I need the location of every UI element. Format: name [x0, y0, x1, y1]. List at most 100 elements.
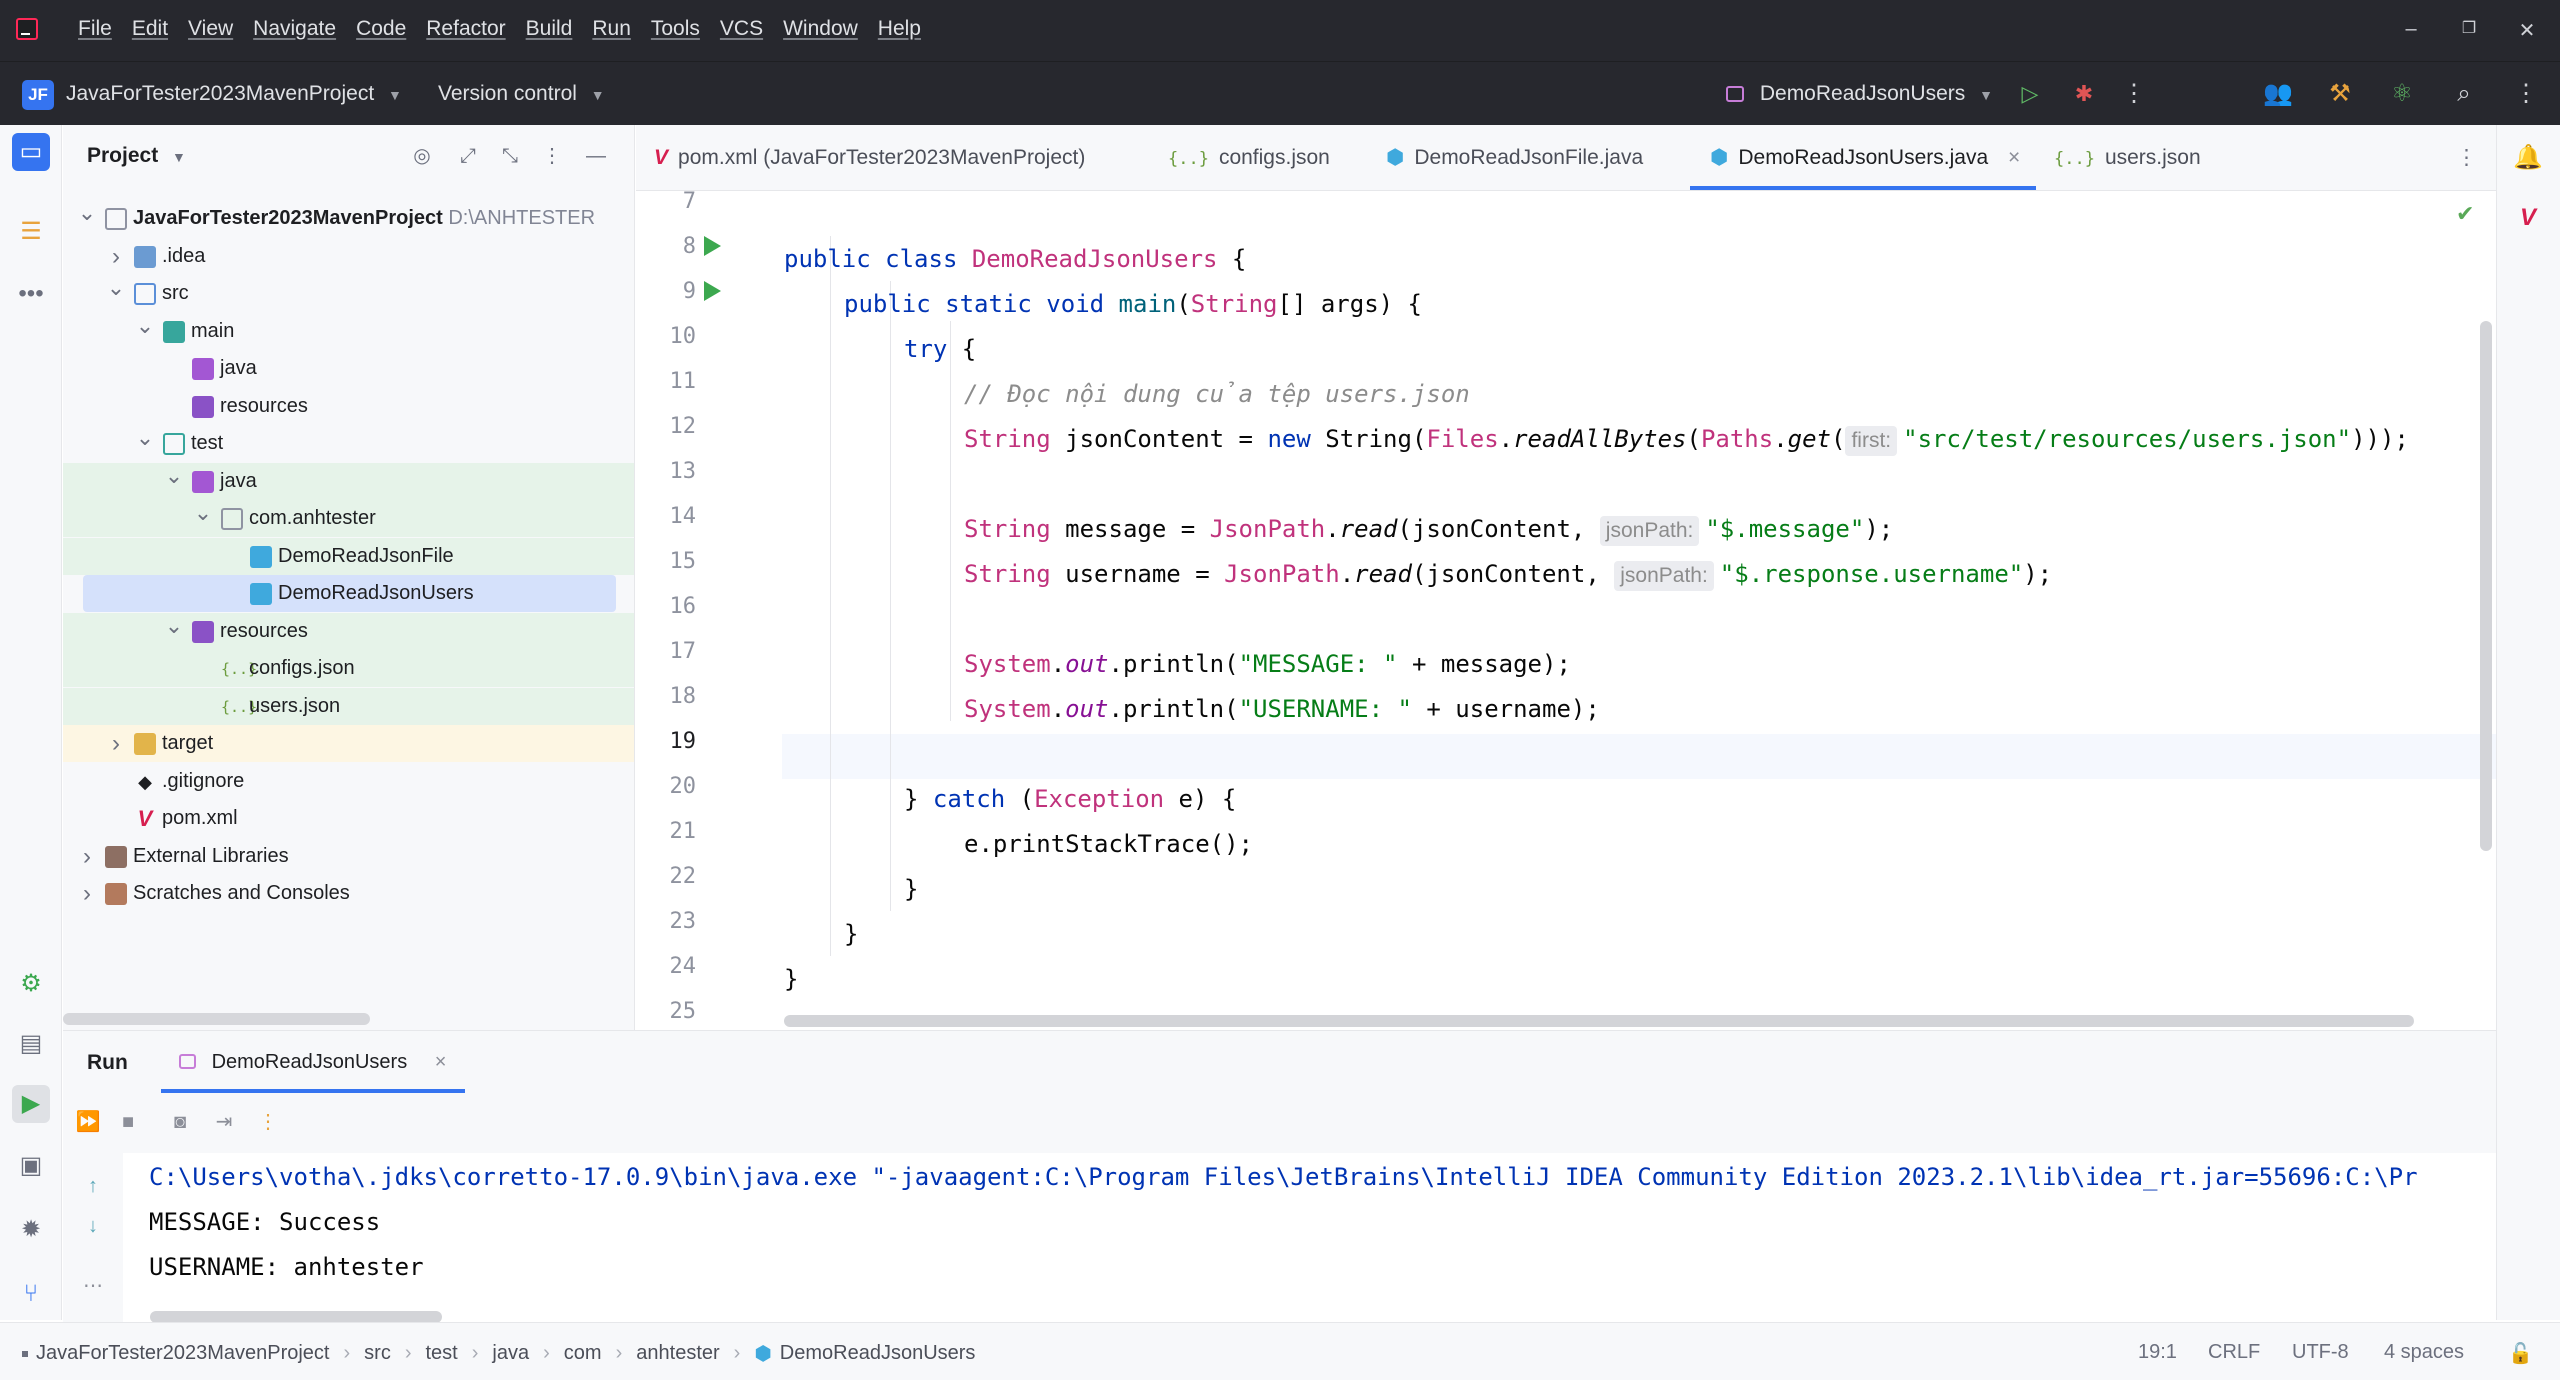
tree-item[interactable]: › Scratches and Consoles — [63, 875, 634, 912]
arrow-up-icon[interactable]: ↑ — [78, 1171, 108, 1201]
tree-item[interactable]: › External Libraries — [63, 838, 634, 875]
terminal-icon[interactable]: ▣ — [12, 1147, 50, 1185]
indent-setting[interactable]: 4 spaces — [2384, 1341, 2464, 1364]
locate-icon[interactable]: ◎ — [407, 141, 437, 171]
menu-navigate[interactable]: Navigate — [253, 17, 336, 41]
lock-icon[interactable]: 🔓 — [2508, 1341, 2533, 1366]
menu-vcs[interactable]: VCS — [720, 17, 763, 41]
stop-icon[interactable]: ■ — [113, 1107, 143, 1137]
project-horizontal-scrollbar[interactable] — [63, 1013, 370, 1025]
breadcrumb-test[interactable]: test — [426, 1342, 458, 1365]
tree-item[interactable]: {..} users.json — [63, 687, 634, 725]
atom-icon[interactable]: ⚛ — [2384, 76, 2420, 112]
menu-file[interactable]: File — [78, 17, 112, 41]
menu-run[interactable]: Run — [592, 17, 631, 41]
menu-edit[interactable]: Edit — [132, 17, 168, 41]
line-ending[interactable]: CRLF — [2208, 1341, 2260, 1364]
problems-icon[interactable]: ✹ — [12, 1211, 50, 1249]
run-gutter-icon[interactable] — [704, 281, 721, 301]
chevron-right-icon[interactable]: › — [77, 875, 97, 912]
structure-tool-icon[interactable]: ☰ — [12, 213, 50, 251]
more-tools-icon[interactable]: ••• — [12, 275, 50, 313]
more-horizontal-icon[interactable]: ⋯ — [78, 1271, 108, 1301]
more-vertical-icon[interactable]: ⋮ — [537, 141, 567, 171]
exit-icon[interactable]: ⇥ — [209, 1107, 239, 1137]
run-config-selector[interactable]: DemoReadJsonUsers ▼ — [1726, 82, 1993, 106]
close-tab-icon[interactable]: × — [2008, 146, 2020, 169]
tree-item[interactable]: ⌄ test — [63, 425, 634, 462]
run-gutter-icon[interactable] — [704, 236, 721, 256]
project-badge[interactable]: JF — [22, 80, 54, 110]
collapse-all-icon[interactable]: ⤡ — [495, 141, 525, 171]
breadcrumb-java[interactable]: java — [492, 1342, 529, 1365]
tree-item[interactable]: ⌄ main — [63, 313, 634, 350]
expand-all-icon[interactable]: ⤢ — [453, 141, 483, 171]
tab-configs-json[interactable]: {..} configs.json — [1168, 125, 1330, 191]
no-problems-check-icon[interactable]: ✔ — [2456, 201, 2474, 227]
hammer-icon[interactable]: ⚒ — [2322, 76, 2358, 112]
chevron-right-icon[interactable]: › — [106, 725, 126, 762]
chevron-right-icon[interactable]: › — [106, 238, 126, 275]
more-vertical-icon[interactable]: ⋮ — [253, 1107, 283, 1137]
tab-demoreadjsonfile-java[interactable]: ⬢ DemoReadJsonFile.java — [1386, 125, 1643, 191]
tree-item[interactable]: ⌄ resources — [63, 612, 634, 650]
arrow-down-icon[interactable]: ↓ — [78, 1211, 108, 1241]
tree-item[interactable]: java — [63, 350, 634, 387]
run-icon[interactable]: ▷ — [2012, 76, 2048, 112]
tab-pom-xml[interactable]: Vpom.xml (JavaForTester2023MavenProject) — [654, 125, 1085, 191]
version-control-widget[interactable]: Version control ▼ — [438, 82, 605, 106]
rerun-icon[interactable]: ⏩ — [73, 1107, 103, 1137]
code-editor[interactable]: 7 8 9 10 11 12 13 14 15 16 17 18 19 20 21 22 23 24 25 publ… — [636, 191, 2496, 1030]
chevron-down-icon[interactable]: ⌄ — [106, 275, 126, 301]
project-tool-icon[interactable]: ▭ — [12, 133, 50, 171]
tab-demoreadjsonusers-java[interactable]: ⬢ DemoReadJsonUsers.java × — [1710, 125, 2020, 191]
breadcrumb-class[interactable]: DemoReadJsonUsers — [780, 1342, 976, 1365]
project-panel-title[interactable]: Project ▼ — [87, 144, 186, 168]
tree-item[interactable]: DemoReadJsonUsers — [83, 575, 616, 612]
tree-item[interactable]: ⌄ java — [63, 462, 634, 500]
close-window-button[interactable]: ✕ — [2512, 18, 2542, 43]
editor-horizontal-scrollbar[interactable] — [784, 1015, 2414, 1027]
console-output[interactable]: C:\Users\votha\.jdks\corretto-17.0.9\bin… — [149, 1153, 2489, 1293]
tree-item[interactable]: ⌄ com.anhtester — [63, 500, 634, 537]
maven-icon[interactable]: V — [2509, 199, 2547, 237]
chevron-right-icon[interactable]: › — [77, 838, 97, 875]
close-tab-icon[interactable]: × — [435, 1051, 447, 1073]
file-encoding[interactable]: UTF-8 — [2292, 1341, 2349, 1364]
chevron-down-icon[interactable]: ⌄ — [164, 613, 184, 639]
chevron-down-icon[interactable]: ⌄ — [135, 313, 155, 339]
git-branch-icon[interactable]: ⑂ — [12, 1275, 50, 1313]
breadcrumb-com[interactable]: com — [564, 1342, 602, 1365]
tree-item[interactable]: Vpom.xml — [63, 800, 634, 837]
people-icon[interactable]: 👥 — [2260, 76, 2296, 112]
restore-button[interactable]: ❐ — [2454, 18, 2484, 38]
database-icon[interactable]: ▤ — [12, 1025, 50, 1063]
more-vertical-icon[interactable]: ⋮ — [2508, 76, 2544, 112]
tree-item[interactable]: › target — [63, 725, 634, 762]
chevron-down-icon[interactable]: ⌄ — [193, 500, 213, 526]
tree-item[interactable]: {..} configs.json — [63, 650, 634, 687]
chevron-down-icon[interactable]: ⌄ — [135, 425, 155, 451]
breadcrumb-src[interactable]: src — [364, 1342, 391, 1365]
project-switcher[interactable]: JavaForTester2023MavenProject ▼ — [66, 82, 402, 106]
tree-item[interactable]: › .idea — [63, 238, 634, 275]
notifications-bell-icon[interactable]: 🔔 — [2509, 139, 2547, 177]
minimize-button[interactable]: – — [2396, 18, 2426, 41]
more-vertical-icon[interactable]: ⋮ — [2116, 76, 2152, 112]
editor-vertical-scrollbar[interactable] — [2480, 321, 2492, 851]
chevron-down-icon[interactable]: ⌄ — [77, 200, 97, 226]
tree-item[interactable]: DemoReadJsonFile — [63, 537, 634, 575]
tree-item[interactable]: resources — [63, 388, 634, 425]
editor-gutter[interactable]: 7 8 9 10 11 12 13 14 15 16 17 18 19 20 21 22 23 24 25 — [636, 191, 782, 1030]
menu-view[interactable]: View — [188, 17, 233, 41]
more-tabs-icon[interactable]: ⋮ — [2456, 125, 2477, 191]
run-tool-icon[interactable]: ▶ — [12, 1085, 50, 1123]
tab-users-json[interactable]: {..} users.json — [2054, 125, 2201, 191]
services-gear-icon[interactable]: ⚙ — [12, 965, 50, 1003]
breadcrumb-project[interactable]: JavaForTester2023MavenProject — [36, 1342, 329, 1365]
tree-item[interactable]: ◆ .gitignore — [63, 763, 634, 800]
menu-tools[interactable]: Tools — [651, 17, 700, 41]
run-tab-demoreadjsonusers[interactable]: DemoReadJsonUsers × — [159, 1031, 466, 1093]
menu-code[interactable]: Code — [356, 17, 406, 41]
menu-window[interactable]: Window — [783, 17, 858, 41]
